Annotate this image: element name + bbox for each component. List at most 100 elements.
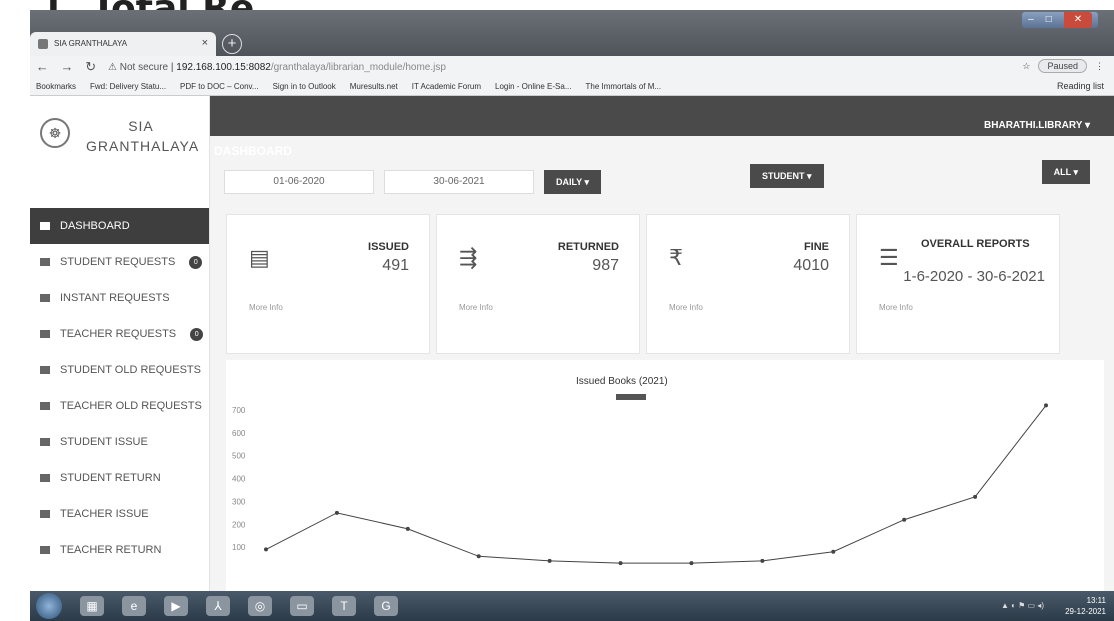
url-field[interactable]: ⚠ Not secure | 192.168.100.15:8082/grant… [108, 62, 446, 73]
menu-item-icon [40, 546, 50, 554]
sidebar-item[interactable]: TEACHER OLD REQUESTS [30, 388, 209, 424]
data-point[interactable] [264, 547, 268, 552]
return-icon: ⇶ [459, 245, 478, 270]
account-menu[interactable]: BHARATHI.LIBRARY ▾ [984, 120, 1090, 131]
data-point[interactable] [618, 561, 623, 566]
file-explorer-icon[interactable]: ▦ [80, 596, 104, 616]
more-info-link[interactable]: More Info [879, 303, 913, 312]
maximize-icon[interactable]: □ [1046, 12, 1052, 28]
minimize-icon[interactable]: – [1028, 12, 1034, 28]
reload-icon[interactable]: ↻ [85, 59, 96, 75]
sidebar-item[interactable]: DASHBOARD [30, 208, 209, 244]
sidebar-item-label: DASHBOARD [60, 220, 130, 232]
sidebar-item[interactable]: STUDENT RETURN [30, 460, 209, 496]
more-info-link[interactable]: More Info [249, 303, 283, 312]
card-label: RETURNED [557, 241, 619, 253]
menu-item-icon [40, 510, 50, 518]
bookmark-item[interactable]: IT Academic Forum [412, 82, 481, 91]
start-button-icon[interactable] [36, 593, 62, 619]
bookmark-item[interactable]: Fwd: Delivery Statu... [90, 82, 166, 91]
menu-item-icon [40, 402, 50, 410]
card-label: FINE [803, 241, 829, 253]
sidebar-item[interactable]: TEACHER REQUESTS 0 [30, 316, 209, 352]
close-window-icon[interactable]: ✕ [1063, 12, 1092, 28]
from-date-input[interactable]: 01-06-2020 [224, 170, 374, 194]
tab-title: SIA GRANTHALAYA [54, 39, 128, 48]
stat-cards: ▤ ISSUED 491 More Info ⇶ RETURNED 987 Mo… [226, 214, 1060, 354]
favicon-icon [38, 39, 48, 49]
data-point[interactable] [760, 558, 765, 563]
to-date-input[interactable]: 30-06-2021 [384, 170, 534, 194]
sidebar-item-label: TEACHER ISSUE [60, 508, 149, 520]
menu-item-icon [40, 258, 50, 266]
internet-explorer-icon[interactable]: e [122, 596, 146, 616]
media-player-icon[interactable]: ▶ [164, 596, 188, 616]
y-tick-label: 100 [232, 543, 246, 552]
data-point[interactable] [1044, 403, 1048, 408]
sidebar-item-label: TEACHER REQUESTS [60, 328, 177, 340]
menu-icon[interactable]: ⋮ [1095, 61, 1104, 72]
bookmark-item[interactable]: Sign in to Outlook [273, 82, 336, 91]
sidebar: ☸ SIA GRANTHALAYA DASHBOARD STUDENT REQUE… [30, 96, 210, 591]
card-value: 4010 [793, 257, 829, 274]
returned-card: ⇶ RETURNED 987 More Info [436, 214, 640, 354]
sidebar-item-label: STUDENT OLD REQUESTS [60, 364, 201, 376]
count-badge: 0 [190, 327, 204, 341]
window-controls: – □ ✕ [1022, 12, 1098, 28]
bookmark-item[interactable]: Muresults.net [350, 82, 398, 91]
sidebar-item[interactable]: TEACHER ISSUE [30, 496, 209, 532]
url-host: 192.168.100.15:8082 [176, 61, 271, 73]
user-type-dropdown[interactable]: STUDENT ▾ [750, 164, 824, 188]
pdf-reader-icon[interactable]: ⅄ [206, 596, 230, 616]
menu-item-icon [40, 330, 50, 338]
data-point[interactable] [476, 554, 481, 559]
more-info-link[interactable]: More Info [669, 303, 703, 312]
data-point[interactable] [334, 510, 339, 515]
bookmark-item[interactable]: The Immortals of M... [585, 82, 661, 91]
tab-close-icon[interactable]: × [202, 37, 208, 49]
teams-icon[interactable]: T [332, 596, 356, 616]
card-value: 987 [592, 257, 619, 274]
data-point[interactable] [405, 526, 410, 531]
brand: ☸ SIA GRANTHALAYA [30, 96, 209, 208]
system-tray[interactable]: ▲ ◐ ⚑ ▭ ◂) [1001, 601, 1044, 610]
sidebar-item[interactable]: TEACHER RETURN [30, 532, 209, 568]
data-point[interactable] [831, 549, 836, 554]
folder-icon[interactable]: ▭ [290, 596, 314, 616]
reading-list-button[interactable]: Reading list [1057, 81, 1104, 91]
sidebar-nav: DASHBOARD STUDENT REQUESTS 0 INSTANT REQUES… [30, 208, 209, 568]
forward-icon[interactable]: → [61, 59, 74, 75]
chart-title: Issued Books (2021) [576, 376, 668, 387]
bookmark-item[interactable]: PDF to DOC – Conv... [180, 82, 259, 91]
new-tab-button[interactable]: + [222, 34, 242, 54]
sidebar-item[interactable]: STUDENT OLD REQUESTS [30, 352, 209, 388]
bookmark-item[interactable]: Bookmarks [36, 82, 76, 91]
back-icon[interactable]: ← [36, 59, 49, 75]
data-point[interactable] [547, 558, 552, 563]
chrome-icon[interactable]: ◎ [248, 596, 272, 616]
count-badge: 0 [189, 255, 203, 269]
y-tick-label: 700 [232, 406, 246, 415]
sidebar-item-label: TEACHER OLD REQUESTS [60, 400, 202, 412]
app-icon[interactable]: G [374, 596, 398, 616]
data-point[interactable] [973, 494, 978, 499]
sidebar-item[interactable]: STUDENT ISSUE [30, 424, 209, 460]
more-info-link[interactable]: More Info [459, 303, 493, 312]
bookmark-item[interactable]: Login - Online E-Sa... [495, 82, 571, 91]
period-dropdown[interactable]: DAILY ▾ [544, 170, 602, 194]
browser-tab[interactable]: SIA GRANTHALAYA × [30, 32, 216, 56]
data-point[interactable] [689, 561, 694, 566]
sidebar-item[interactable]: INSTANT REQUESTS [30, 280, 209, 316]
data-point[interactable] [902, 517, 907, 522]
page-title: DASHBOARD [214, 144, 292, 158]
card-value: 1-6-2020 - 30-6-2021 [903, 268, 1045, 285]
sidebar-item[interactable]: STUDENT REQUESTS 0 [30, 244, 209, 280]
legend-swatch[interactable] [616, 394, 646, 400]
scope-dropdown[interactable]: ALL ▾ [1041, 160, 1090, 184]
star-icon[interactable]: ☆ [1022, 61, 1030, 72]
profile-paused-button[interactable]: Paused [1038, 59, 1087, 73]
y-tick-label: 300 [232, 497, 246, 506]
clock[interactable]: 13:11 29-12-2021 [1065, 595, 1106, 617]
y-tick-label: 200 [232, 520, 246, 529]
nav-buttons: ← → ↻ [30, 59, 102, 75]
